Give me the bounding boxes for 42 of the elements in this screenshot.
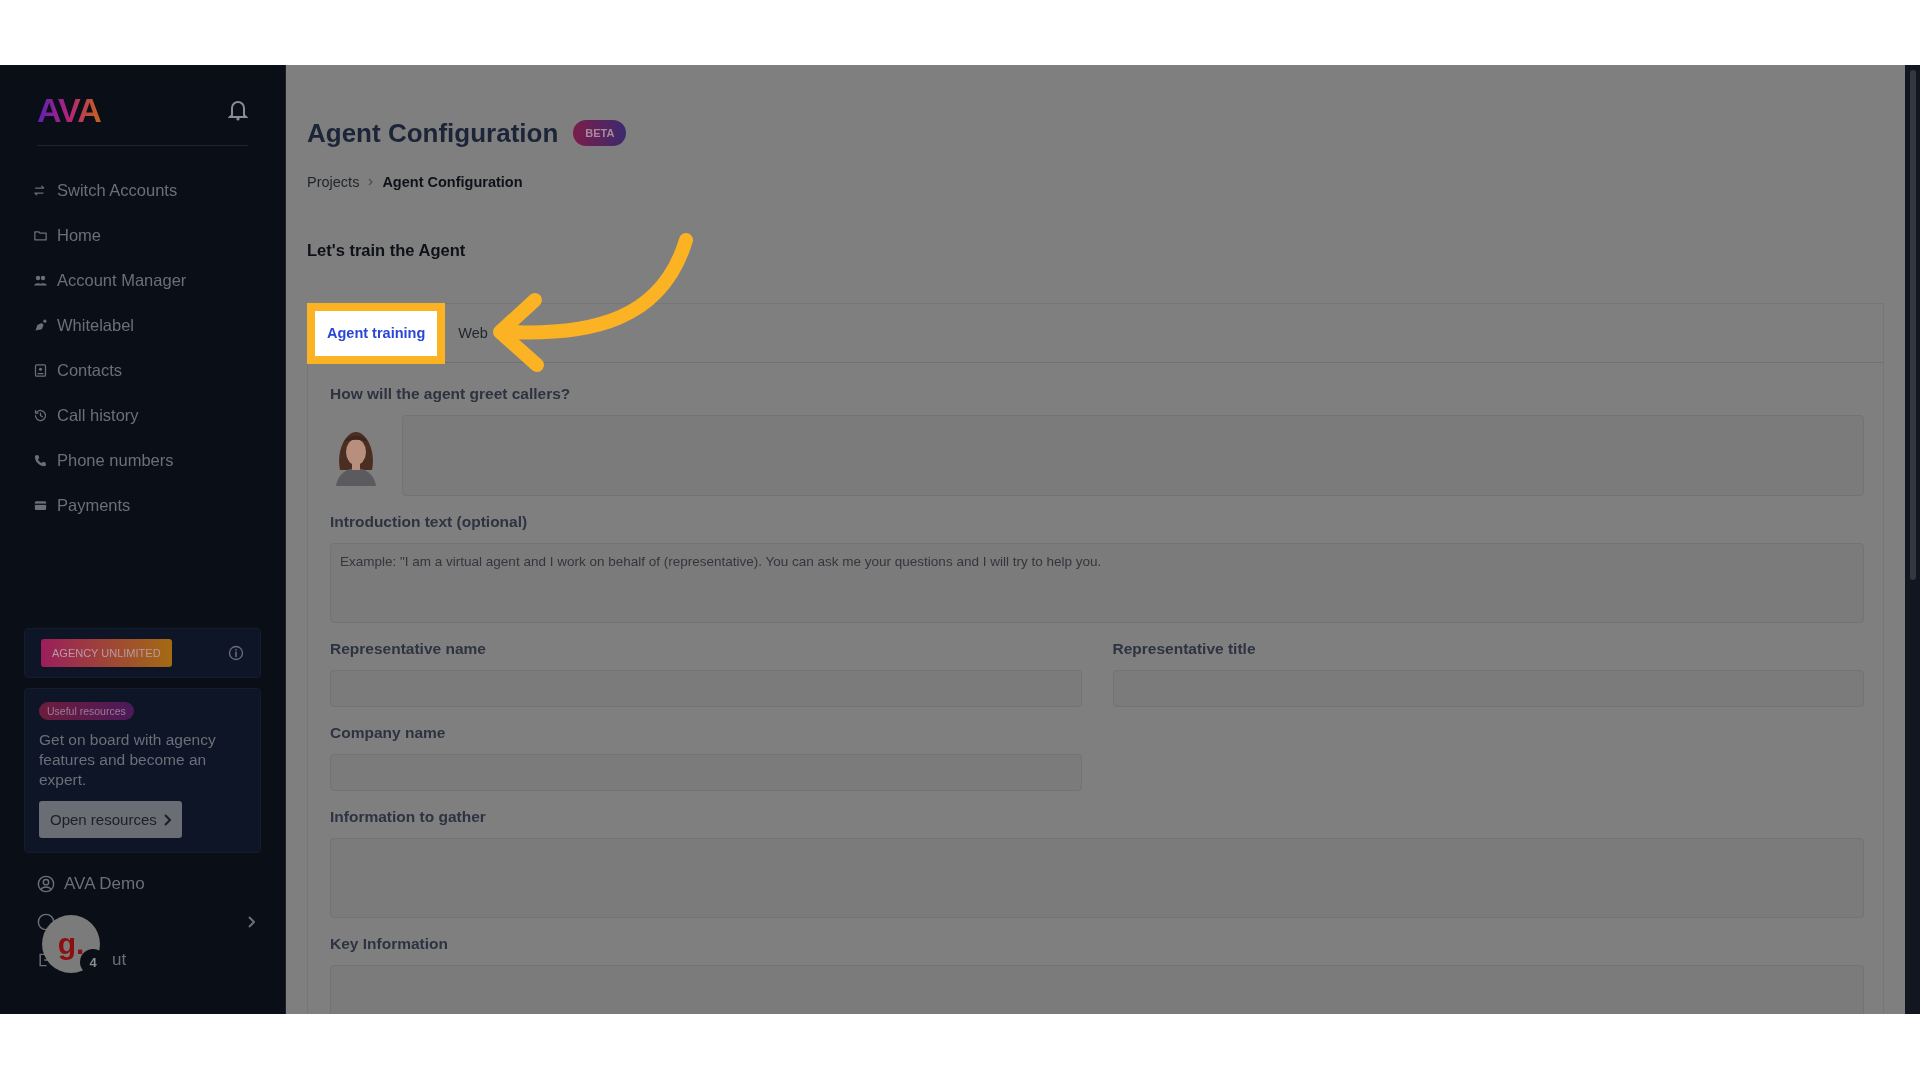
nav-item[interactable]: Account Manager	[0, 258, 285, 303]
people-icon	[33, 273, 48, 288]
phone-icon	[33, 453, 48, 468]
field-label: Introduction text (optional)	[330, 512, 529, 532]
user-circle-icon	[37, 875, 55, 893]
field-label: Key Information	[330, 934, 449, 954]
folder-icon	[33, 228, 48, 243]
scrollbar[interactable]	[1905, 65, 1920, 1014]
resources-tag: Useful resources	[39, 702, 134, 720]
breadcrumb-link[interactable]: Projects	[307, 172, 360, 192]
breadcrumb-current: Agent Configuration	[382, 173, 523, 192]
text-area[interactable]: Example: "I am a virtual agent and I work on behalf of (representative). You can ask me your questions and I will try to help you.	[330, 543, 1864, 623]
history-icon	[33, 408, 48, 423]
chevron-right-icon	[368, 178, 374, 186]
resources-text: Get on board with agency features and become an expert.	[39, 730, 217, 790]
field-label: Company name	[330, 723, 447, 743]
nav-item[interactable]: Whitelabel	[0, 303, 285, 348]
tab[interactable]: Agent training	[307, 302, 446, 364]
nav-item[interactable]: Phone numbers	[0, 438, 285, 483]
nav-item[interactable]: Call history	[0, 393, 285, 438]
field-label: Information to gather	[330, 807, 487, 827]
nav-item[interactable]: Switch Accounts	[0, 168, 285, 213]
account-item[interactable]: AVA Demo	[0, 865, 285, 903]
chevron-right-icon	[247, 916, 255, 928]
section-heading: Let's train the Agent	[307, 240, 467, 261]
pen-icon	[33, 318, 48, 333]
bell-icon	[228, 99, 248, 121]
field-label: Representative name	[330, 639, 487, 659]
beta-badge: BETA	[573, 120, 627, 146]
nav-item[interactable]: Home	[0, 213, 285, 258]
nav-item[interactable]: Payments	[0, 483, 285, 528]
plan-badge: AGENCY UNLIMITED	[41, 639, 172, 667]
tab[interactable]: Web	[454, 312, 492, 354]
open-resources-button[interactable]: Open resources	[39, 801, 182, 838]
card-icon	[33, 498, 48, 513]
page-title: Agent Configuration	[307, 117, 559, 150]
field-label: How will the agent greet callers?	[330, 384, 572, 404]
info-icon	[228, 645, 244, 661]
field-label: Representative title	[1112, 639, 1257, 659]
chevron-right-icon	[162, 813, 171, 826]
nav-item[interactable]: Contacts	[0, 348, 285, 393]
contact-card-icon	[33, 363, 48, 378]
